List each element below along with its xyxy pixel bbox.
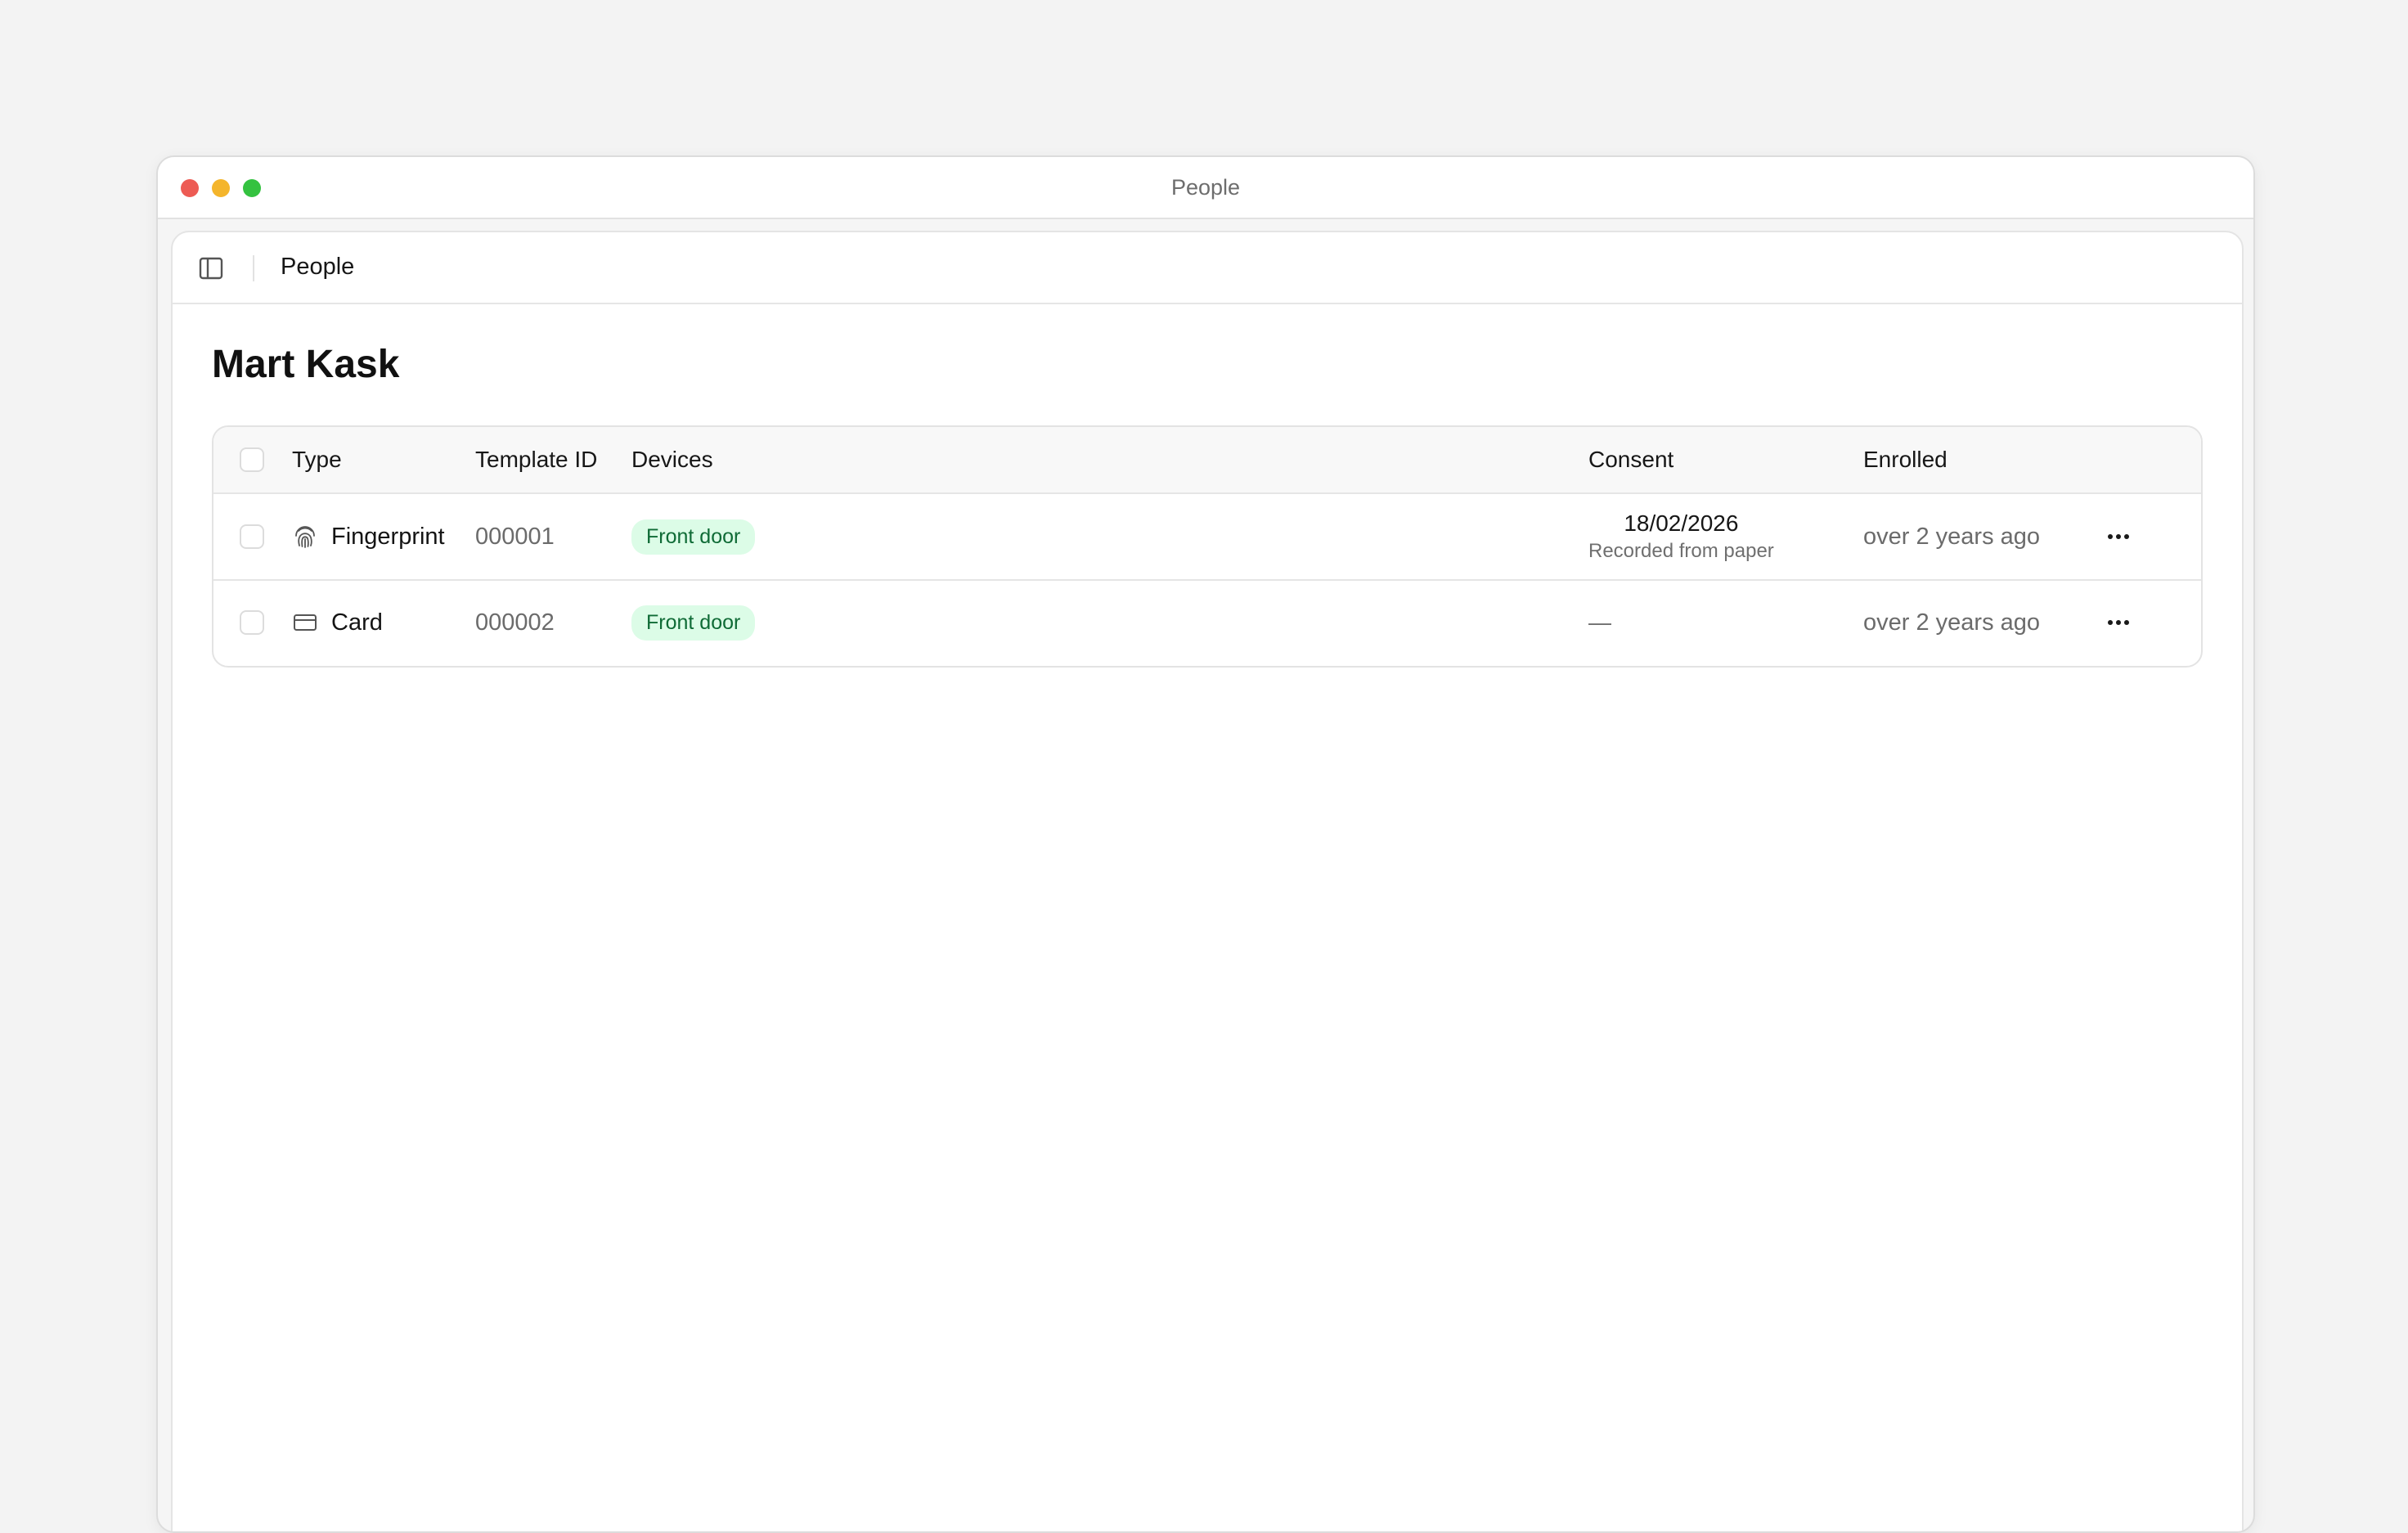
consent-date: 18/02/2026 [1624, 510, 1739, 536]
credential-type: Fingerprint [331, 523, 445, 550]
sidebar-toggle-button[interactable] [199, 257, 223, 280]
row-checkbox[interactable] [240, 524, 264, 549]
app-window: People People Mart Kask Type Template ID [156, 155, 2255, 1533]
select-all-checkbox[interactable] [240, 447, 264, 472]
consent-cell: — [1588, 581, 1611, 664]
type-cell: Fingerprint [292, 494, 445, 579]
card-icon [292, 609, 318, 636]
consent-empty: — [1588, 609, 1611, 635]
column-header-devices[interactable]: Devices [631, 427, 713, 492]
consent-cell: 18/02/2026 Recorded from paper [1588, 494, 1774, 579]
toolbar-divider [253, 255, 254, 281]
more-horizontal-icon [2108, 534, 2129, 539]
consent-note: Recorded from paper [1588, 540, 1774, 562]
column-header-consent[interactable]: Consent [1588, 427, 1673, 492]
column-header-type[interactable]: Type [292, 427, 342, 492]
column-header-enrolled[interactable]: Enrolled [1863, 427, 1948, 492]
table-row[interactable]: Card 000002 Front door — over 2 years ag… [213, 581, 2201, 664]
toolbar: People [173, 232, 2242, 304]
device-badge: Front door [631, 605, 756, 641]
template-id: 000001 [475, 523, 555, 550]
row-actions-cell [2104, 494, 2133, 579]
fingerprint-icon [292, 524, 318, 550]
row-actions-cell [2104, 581, 2133, 664]
template-id: 000002 [475, 609, 555, 636]
credential-type: Card [331, 609, 383, 636]
sidebar-panel-icon [199, 257, 223, 280]
page-title: Mart Kask [212, 343, 400, 386]
devices-cell: Front door [631, 581, 756, 664]
column-header-template-id[interactable]: Template ID [475, 427, 597, 492]
more-horizontal-icon [2108, 620, 2129, 625]
credentials-table: Type Template ID Devices Consent Enrolle… [212, 425, 2203, 668]
enrolled-time: over 2 years ago [1863, 523, 2041, 550]
breadcrumb[interactable]: People [281, 254, 354, 281]
table-row[interactable]: Fingerprint 000001 Front door 18/02/2026… [213, 494, 2201, 581]
type-cell: Card [292, 581, 383, 664]
title-bar: People [158, 157, 2253, 219]
select-all-cell [240, 427, 264, 492]
enrolled-time: over 2 years ago [1863, 609, 2041, 636]
main-panel: People Mart Kask Type Template ID Device… [171, 231, 2244, 1531]
row-select-cell [240, 494, 264, 579]
devices-cell: Front door [631, 494, 756, 579]
window-title: People [1170, 175, 1241, 200]
device-badge: Front door [631, 519, 756, 555]
row-select-cell [240, 581, 264, 664]
row-actions-button[interactable] [2104, 522, 2133, 551]
row-actions-button[interactable] [2104, 608, 2133, 637]
row-checkbox[interactable] [240, 610, 264, 635]
table-header: Type Template ID Devices Consent Enrolle… [213, 427, 2201, 494]
